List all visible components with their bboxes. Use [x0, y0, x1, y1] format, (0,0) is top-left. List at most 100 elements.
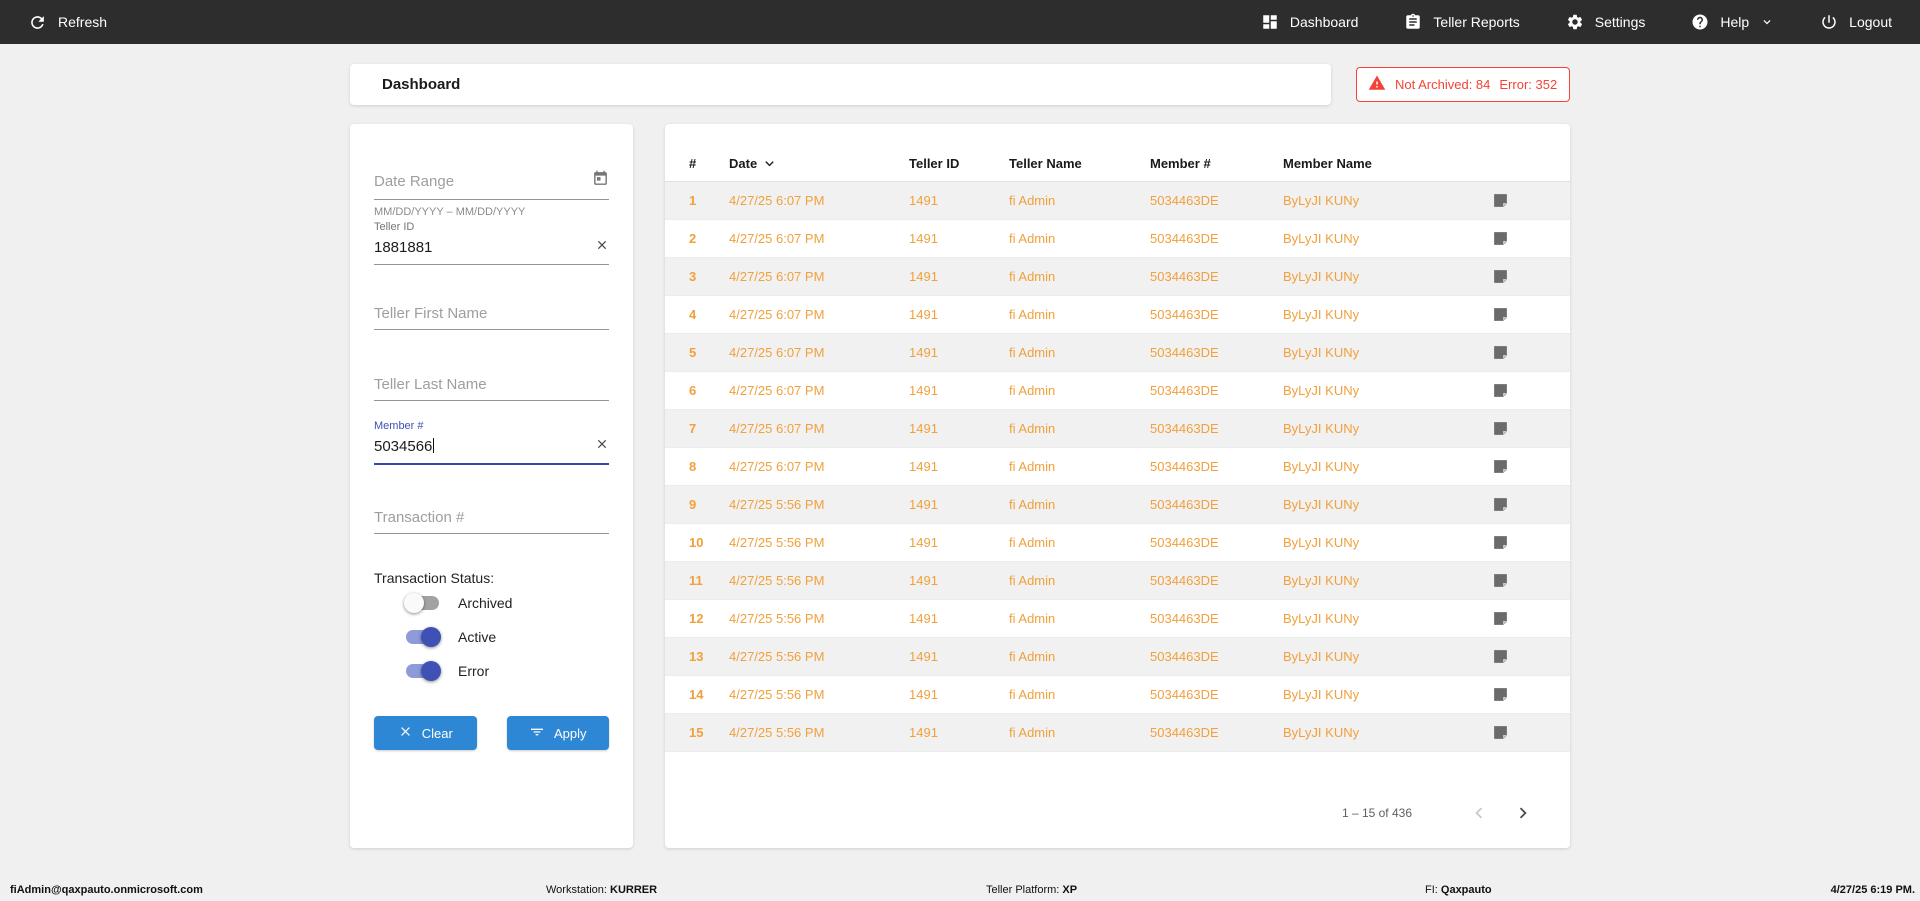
- cell-teller-name: fi Admin: [1009, 345, 1056, 360]
- table-row[interactable]: 15 4/27/25 5:56 PM 1491 fi Admin 5034463DE By…: [665, 714, 1570, 752]
- table-row[interactable]: 4 4/27/25 6:07 PM 1491 fi Admin 5034463DE ByL…: [665, 296, 1570, 334]
- cell-date: 4/27/25 5:56 PM: [729, 649, 825, 664]
- note-icon[interactable]: [1450, 724, 1550, 741]
- cell-row-number: 2: [689, 231, 697, 246]
- cell-teller-name: fi Admin: [1009, 383, 1056, 398]
- calendar-icon[interactable]: [592, 170, 609, 192]
- note-icon[interactable]: [1450, 420, 1550, 437]
- cell-teller-id: 1491: [909, 383, 938, 398]
- teller-last-name-field[interactable]: Teller Last Name: [374, 376, 609, 401]
- date-range-field[interactable]: Date Range: [374, 170, 609, 200]
- teller-last-name-placeholder: Teller Last Name: [374, 376, 487, 393]
- note-icon[interactable]: [1450, 230, 1550, 247]
- note-icon[interactable]: [1450, 344, 1550, 361]
- text-cursor: [433, 438, 435, 453]
- col-header-member-name[interactable]: Member Name: [1283, 156, 1450, 171]
- cell-date: 4/27/25 6:07 PM: [729, 345, 825, 360]
- teller-first-name-placeholder: Teller First Name: [374, 305, 488, 322]
- page-title-bar: Dashboard: [350, 64, 1331, 105]
- note-icon[interactable]: [1450, 496, 1550, 513]
- previous-page-icon[interactable]: [1462, 800, 1496, 826]
- nav-settings[interactable]: Settings: [1566, 13, 1645, 31]
- note-icon[interactable]: [1450, 458, 1550, 475]
- cell-member-number: 5034463DE: [1150, 725, 1219, 740]
- date-format-hint: MM/DD/YYYY – MM/DD/YYYY: [374, 206, 526, 218]
- cell-row-number: 6: [689, 383, 697, 398]
- table-row[interactable]: 7 4/27/25 6:07 PM 1491 fi Admin 5034463DE ByL…: [665, 410, 1570, 448]
- cell-member-number: 5034463DE: [1150, 421, 1219, 436]
- table-row[interactable]: 12 4/27/25 5:56 PM 1491 fi Admin 5034463DE By…: [665, 600, 1570, 638]
- nav-help[interactable]: Help: [1691, 13, 1774, 31]
- workstation-value: KURRER: [610, 884, 658, 896]
- archived-toggle[interactable]: [404, 593, 441, 613]
- apply-button-label: Apply: [553, 725, 587, 741]
- dashboard-icon: [1261, 13, 1279, 31]
- nav-logout[interactable]: Logout: [1820, 13, 1892, 31]
- note-icon[interactable]: [1450, 382, 1550, 399]
- chevron-down-icon: [1760, 15, 1774, 29]
- top-nav: Dashboard Teller Reports Settings Help L…: [1261, 13, 1892, 31]
- fi-value: Qaxpauto: [1440, 884, 1492, 896]
- table-row[interactable]: 5 4/27/25 6:07 PM 1491 fi Admin 5034463DE ByL…: [665, 334, 1570, 372]
- archived-toggle-label: Archived: [458, 595, 513, 611]
- col-header-date[interactable]: Date: [729, 155, 909, 172]
- nav-teller-reports[interactable]: Teller Reports: [1404, 13, 1520, 31]
- teller-platform-status: Teller Platform: XP: [986, 884, 1078, 896]
- cell-row-number: 14: [689, 687, 704, 702]
- cell-member-name: ByLyJI KUNy: [1283, 307, 1360, 322]
- teller-id-label: Teller ID: [374, 221, 415, 233]
- refresh-button[interactable]: Refresh: [28, 13, 107, 32]
- clear-teller-id-icon[interactable]: [595, 238, 609, 257]
- cell-member-name: ByLyJI KUNy: [1283, 231, 1360, 246]
- col-header-member-number[interactable]: Member #: [1150, 156, 1283, 171]
- col-header-teller-name[interactable]: Teller Name: [1009, 156, 1150, 171]
- note-icon[interactable]: [1450, 648, 1550, 665]
- clear-member-number-icon[interactable]: [595, 437, 609, 456]
- status-alert-badge[interactable]: Not Archived: 84 Error: 352: [1356, 67, 1570, 102]
- note-icon[interactable]: [1450, 534, 1550, 551]
- teller-first-name-field[interactable]: Teller First Name: [374, 305, 609, 330]
- note-icon[interactable]: [1450, 572, 1550, 589]
- col-header-teller-id[interactable]: Teller ID: [909, 156, 1009, 171]
- next-page-icon[interactable]: [1506, 800, 1540, 826]
- table-row[interactable]: 11 4/27/25 5:56 PM 1491 fi Admin 5034463DE By…: [665, 562, 1570, 600]
- active-toggle[interactable]: [404, 627, 441, 647]
- table-row[interactable]: 9 4/27/25 5:56 PM 1491 fi Admin 5034463DE ByL…: [665, 486, 1570, 524]
- cell-date: 4/27/25 6:07 PM: [729, 231, 825, 246]
- teller-id-field[interactable]: 1881881: [374, 238, 609, 265]
- cell-member-name: ByLyJI KUNy: [1283, 725, 1360, 740]
- table-row[interactable]: 10 4/27/25 5:56 PM 1491 fi Admin 5034463DE By…: [665, 524, 1570, 562]
- nav-dashboard[interactable]: Dashboard: [1261, 13, 1358, 31]
- table-row[interactable]: 3 4/27/25 6:07 PM 1491 fi Admin 5034463DE ByL…: [665, 258, 1570, 296]
- note-icon[interactable]: [1450, 268, 1550, 285]
- toggle-row-error: Error: [404, 654, 609, 688]
- cell-row-number: 9: [689, 497, 697, 512]
- date-range-placeholder: Date Range: [374, 172, 455, 190]
- apply-button[interactable]: Apply: [506, 716, 609, 750]
- table-row[interactable]: 1 4/27/25 6:07 PM 1491 fi Admin 5034463DE ByL…: [665, 182, 1570, 220]
- workstation-status: Workstation: KURRER: [546, 884, 658, 896]
- cell-teller-id: 1491: [909, 231, 938, 246]
- table-row[interactable]: 14 4/27/25 5:56 PM 1491 fi Admin 5034463DE By…: [665, 676, 1570, 714]
- note-icon[interactable]: [1450, 192, 1550, 209]
- member-number-field[interactable]: 5034566: [374, 437, 609, 465]
- error-toggle[interactable]: [404, 661, 441, 681]
- note-icon[interactable]: [1450, 686, 1550, 703]
- member-number-value: 5034566: [374, 438, 433, 455]
- clear-button[interactable]: Clear: [374, 716, 477, 750]
- top-bar: Refresh Dashboard Teller Reports Setting…: [0, 0, 1920, 44]
- cell-date: 4/27/25 5:56 PM: [729, 497, 825, 512]
- col-header-number[interactable]: #: [689, 156, 729, 171]
- transaction-number-field[interactable]: Transaction #: [374, 509, 609, 534]
- cell-row-number: 5: [689, 345, 697, 360]
- table-row[interactable]: 13 4/27/25 5:56 PM 1491 fi Admin 5034463DE By…: [665, 638, 1570, 676]
- note-icon[interactable]: [1450, 610, 1550, 627]
- table-row[interactable]: 6 4/27/25 6:07 PM 1491 fi Admin 5034463DE ByL…: [665, 372, 1570, 410]
- filter-sidebar: Date Range MM/DD/YYYY – MM/DD/YYYY Telle…: [350, 124, 633, 848]
- note-icon[interactable]: [1450, 306, 1550, 323]
- cell-date: 4/27/25 6:07 PM: [729, 307, 825, 322]
- cell-date: 4/27/25 6:07 PM: [729, 193, 825, 208]
- table-row[interactable]: 2 4/27/25 6:07 PM 1491 fi Admin 5034463DE ByL…: [665, 220, 1570, 258]
- table-row[interactable]: 8 4/27/25 6:07 PM 1491 fi Admin 5034463DE ByL…: [665, 448, 1570, 486]
- cell-member-number: 5034463DE: [1150, 231, 1219, 246]
